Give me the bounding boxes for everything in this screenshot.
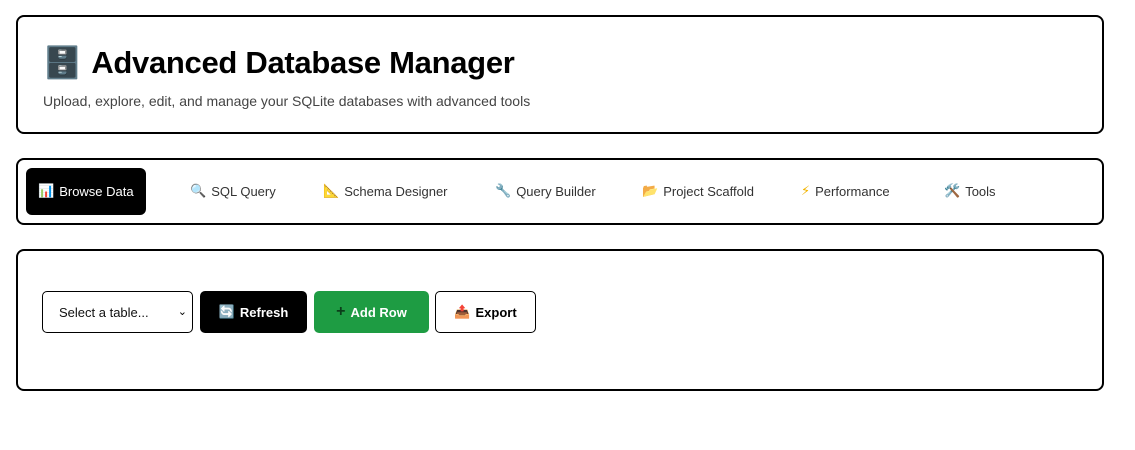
browse-panel: Select a table... ⌄ 🔄 Refresh + Add Row … [16,249,1104,391]
tab-performance[interactable]: ⚡ Performance [789,168,902,215]
refresh-button-label: Refresh [239,304,289,320]
ruler-icon: 📐 [323,184,340,199]
tab-label: Query Builder [516,184,596,199]
tab-label: Browse Data [59,184,134,199]
tab-tools[interactable]: 🛠️ Tools [932,168,1008,215]
refresh-button[interactable]: 🔄 Refresh [200,291,307,333]
tab-label: Schema Designer [344,184,448,199]
chevron-down-icon: ⌄ [177,306,187,318]
table-select[interactable]: Select a table... ⌄ [42,291,193,333]
tab-query-builder[interactable]: 🔧 Query Builder [483,168,608,215]
add-row-button[interactable]: + Add Row [314,291,429,333]
tab-sql-query[interactable]: 🔍 SQL Query [178,168,288,215]
page-title-text: Advanced Database Manager [91,44,515,80]
add-row-button-label: Add Row [350,304,407,320]
tab-bar: 📊 Browse Data 🔍 SQL Query 📐 Schema Desig… [16,158,1104,225]
header-card: 🗄️ Advanced Database Manager Upload, exp… [16,15,1104,134]
export-tray-icon: 📤 [454,304,471,320]
page-title: 🗄️ Advanced Database Manager [43,44,515,82]
wrench-icon: 🔧 [495,184,512,199]
tab-label: Project Scaffold [663,184,754,199]
refresh-icon: 🔄 [218,304,235,320]
folder-icon: 📂 [642,184,659,199]
table-select-value: Select a table... [59,304,149,320]
tab-label: Performance [815,184,890,199]
export-button-label: Export [475,304,517,320]
export-button[interactable]: 📤 Export [435,291,536,333]
tab-project-scaffold[interactable]: 📂 Project Scaffold [630,168,766,215]
tab-schema-designer[interactable]: 📐 Schema Designer [311,168,460,215]
magnifier-icon: 🔍 [190,184,207,199]
hammer-wrench-icon: 🛠️ [944,184,961,199]
page-subtitle: Upload, explore, edit, and manage your S… [43,93,531,109]
lightning-icon: ⚡ [801,184,811,199]
tab-label: SQL Query [211,184,276,199]
tab-browse-data[interactable]: 📊 Browse Data [26,168,146,215]
bar-chart-icon: 📊 [38,184,55,199]
plus-icon: + [336,303,346,320]
file-cabinet-icon: 🗄️ [43,45,82,81]
tab-label: Tools [965,184,996,199]
